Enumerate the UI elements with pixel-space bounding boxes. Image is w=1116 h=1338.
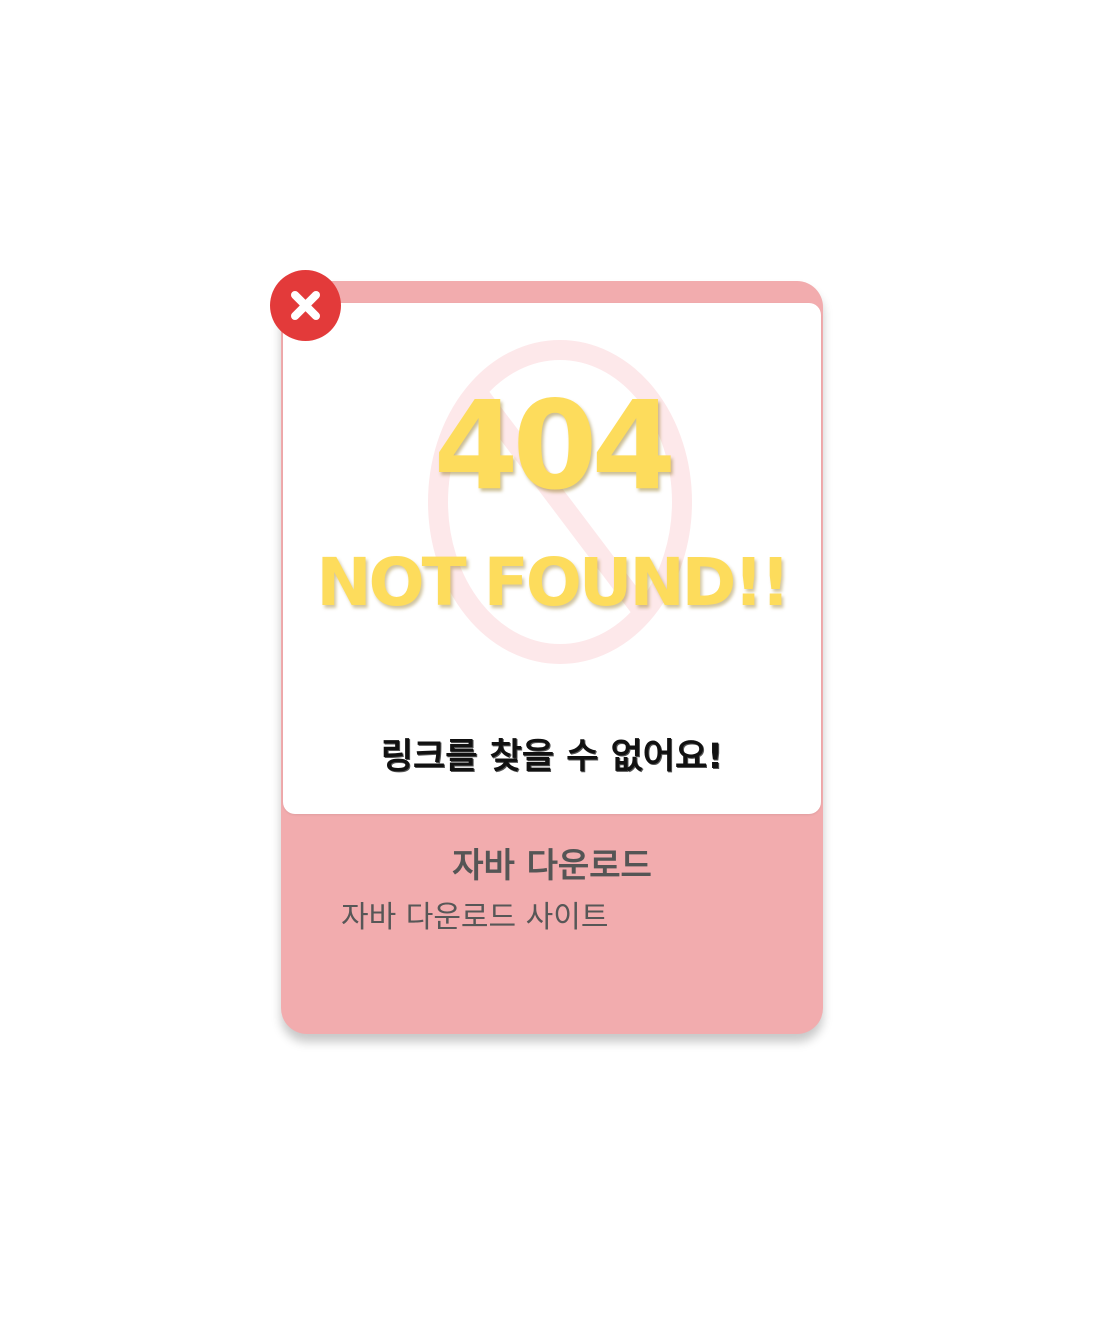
close-button[interactable] [270, 270, 341, 341]
card-title[interactable]: 자바 다운로드 [281, 844, 823, 888]
error-message: 링크를 찾을 수 없어요! [380, 737, 724, 777]
link-card[interactable]: 404 NOT FOUND!! 링크를 찾을 수 없어요! 자바 다운로드 자바… [281, 281, 823, 1034]
close-icon [291, 291, 320, 320]
card-description: 자바 다운로드 사이트 [341, 900, 609, 935]
error-code: 404 [433, 375, 677, 517]
error-image: 404 NOT FOUND!! 링크를 찾을 수 없어요! [283, 303, 821, 814]
error-headline: NOT FOUND!! [316, 544, 790, 621]
